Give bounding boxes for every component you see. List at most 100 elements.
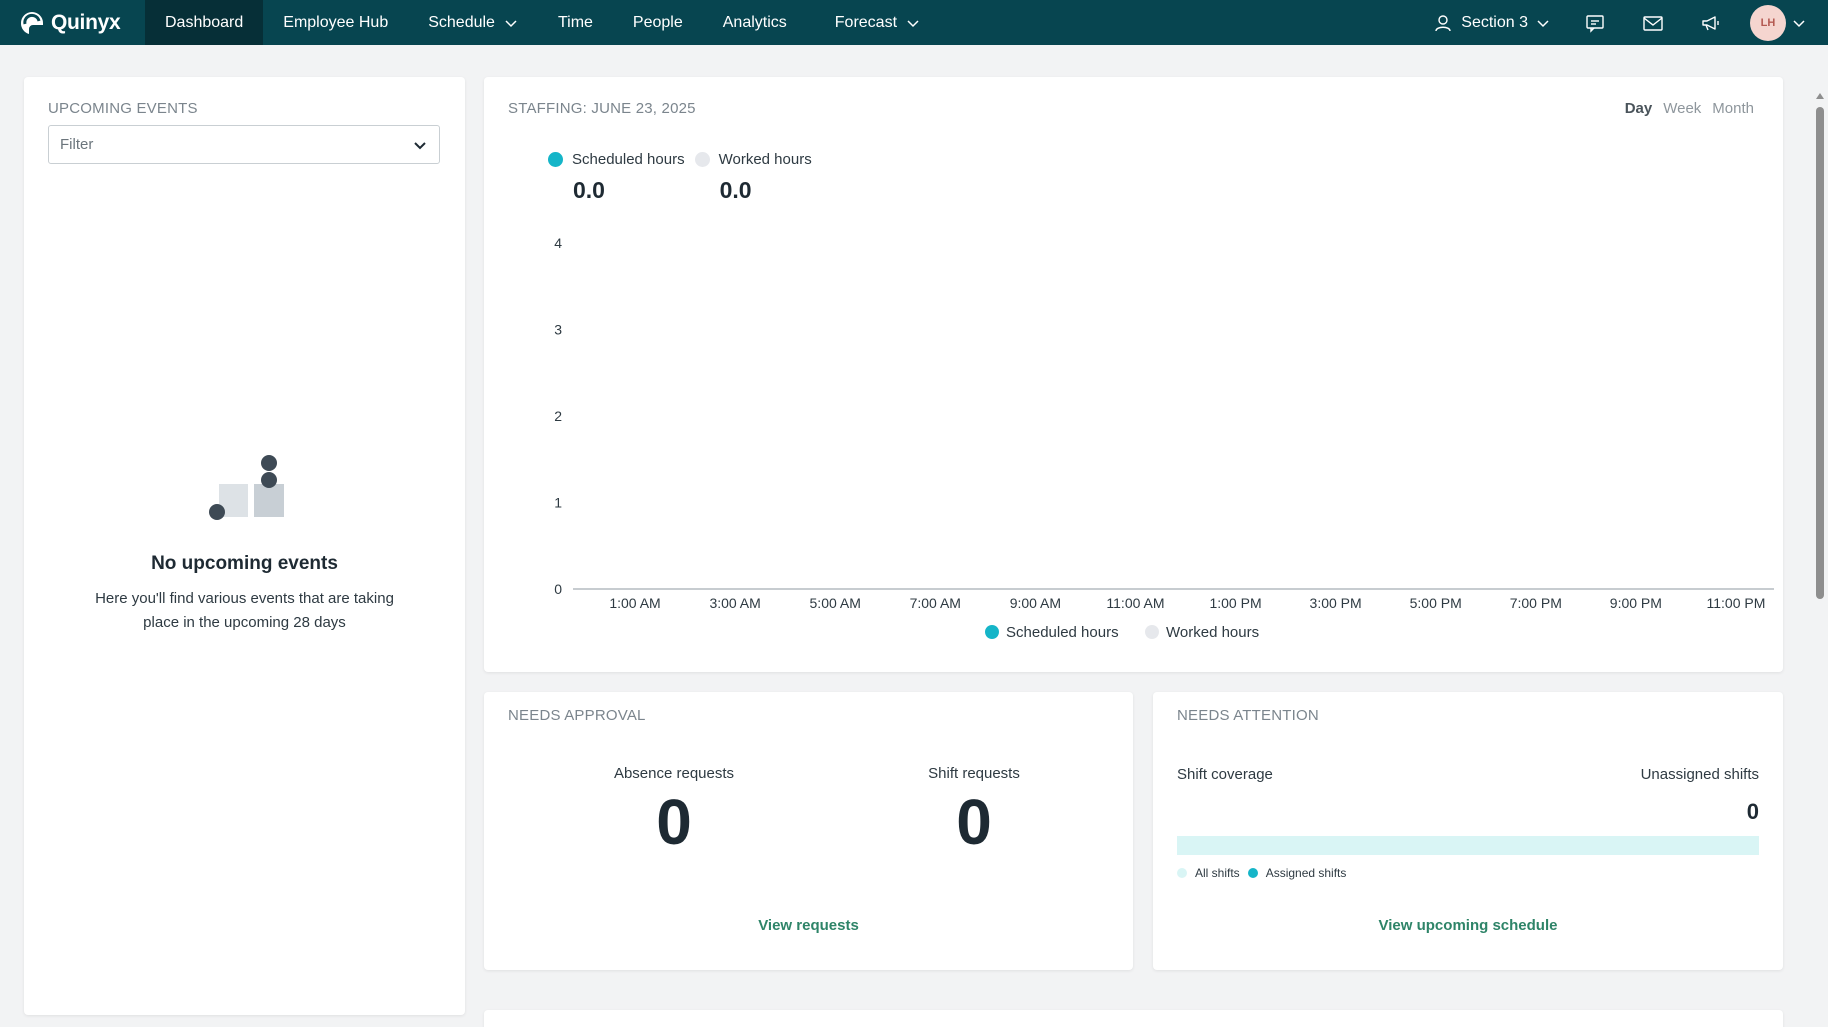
x-tick-label: 7:00 AM [910,595,961,611]
bottom-card [484,1010,1783,1027]
chat-button[interactable] [1566,0,1624,45]
needs-approval-card: NEEDS APPROVAL Absence requests 0 Shift … [484,692,1133,970]
chevron-down-icon [1793,19,1805,27]
x-tick-label: 11:00 AM [1106,595,1164,611]
chat-icon [1586,14,1604,33]
page-scrollbar[interactable] [1812,45,1828,1027]
nav-analytics-label: Analytics [722,13,787,31]
nav-employee-hub[interactable]: Employee Hub [263,0,408,45]
x-tick-label: 7:00 PM [1510,595,1562,611]
x-tick-label: 3:00 PM [1310,595,1362,611]
all-shifts-dot [1177,868,1187,878]
top-nav: Quinyx Dashboard Employee Hub Schedule T… [0,0,1828,45]
x-tick-label: 9:00 AM [1010,595,1061,611]
nav-schedule[interactable]: Schedule [408,0,538,45]
filter-select[interactable]: Filter [48,125,440,164]
all-shifts-label: All shifts [1195,866,1240,880]
nav-time[interactable]: Time [538,0,613,45]
absence-count: 0 [656,786,692,858]
x-tick-label: 9:00 PM [1610,595,1662,611]
upcoming-events-card: UPCOMING EVENTS Filter No upcoming event… [24,77,465,1015]
scroll-up-arrow[interactable] [1816,93,1824,99]
unassigned-shifts-label: Unassigned shifts [1640,766,1759,783]
tab-month[interactable]: Month [1712,100,1754,117]
assigned-shifts-label: Assigned shifts [1265,866,1347,880]
x-tick-label: 1:00 AM [609,595,660,611]
card-title: NEEDS APPROVAL [508,707,646,724]
card-title: STAFFING: JUNE 23, 2025 [508,100,696,117]
scheduled-label: Scheduled hours [572,151,685,168]
worked-dot [694,152,710,167]
quinyx-logo-icon [20,11,43,34]
nav-people[interactable]: People [613,0,703,45]
x-tick-label: 1:00 PM [1209,595,1261,611]
nav-forecast[interactable]: Forecast [807,0,940,45]
view-requests-link[interactable]: View requests [484,917,1133,934]
announcements-button[interactable] [1682,0,1740,45]
nav-people-label: People [632,13,683,31]
absence-label: Absence requests [613,765,735,782]
avatar: LH [1750,4,1786,41]
legend-label: Worked hours [1166,624,1259,641]
x-tick-label: 3:00 AM [709,595,760,611]
y-tick-label: 4 [554,235,562,251]
tab-day[interactable]: Day [1625,100,1653,117]
nav-time-label: Time [557,13,593,31]
assigned-shifts-dot [1247,868,1258,878]
view-upcoming-schedule-link[interactable]: View upcoming schedule [1153,917,1783,934]
coverage-bar [1177,836,1759,855]
section-label: Section 3 [1461,13,1528,31]
chevron-down-icon [1537,19,1549,27]
mail-button[interactable] [1624,0,1682,45]
nav-right: Section 3 LH [1417,0,1828,45]
range-tabs: Day Week Month [1625,100,1754,117]
empty-events-illustration [209,455,284,520]
tab-week[interactable]: Week [1663,100,1701,117]
shift-count: 0 [956,786,992,858]
scheduled-value: 0.0 [573,177,605,203]
empty-title: No upcoming events [151,553,338,574]
user-menu[interactable]: LH [1740,0,1828,45]
shift-requests[interactable]: Shift requests 0 [844,765,1104,854]
card-title: UPCOMING EVENTS [48,100,198,117]
quinyx-logo[interactable]: Quinyx [0,0,145,45]
nav-forecast-label: Forecast [834,13,898,31]
needs-attention-card: NEEDS ATTENTION Shift coverage Unassigne… [1153,692,1783,970]
card-title: NEEDS ATTENTION [1177,707,1319,724]
x-tick-label: 11:00 PM [1707,595,1766,611]
user-icon [1435,14,1451,31]
scheduled-dot [548,152,563,167]
chevron-down-icon [505,19,517,27]
nav-analytics[interactable]: Analytics [703,0,807,45]
nav-schedule-label: Schedule [428,13,495,31]
legend-swatch [985,625,999,639]
staffing-summary: Scheduled hours 0.0 Worked hours 0.0 [548,151,822,204]
shift-label: Shift requests [928,765,1020,782]
filter-placeholder: Filter [60,136,94,153]
logo-text: Quinyx [51,10,121,34]
megaphone-icon [1702,15,1719,30]
y-tick-label: 3 [554,322,562,338]
y-tick-label: 1 [554,495,562,511]
legend-label: Scheduled hours [1006,624,1119,641]
shift-coverage-label: Shift coverage [1177,766,1273,783]
nav-dashboard[interactable]: Dashboard [145,0,264,45]
unassigned-shifts-count: 0 [1746,799,1759,824]
worked-value: 0.0 [719,177,752,203]
mail-icon [1643,15,1663,31]
staffing-card: 0 1 2 3 4 1:00 AM 3:00 AM 5:00 AM 7:00 AM 9:00 AM… [484,77,1783,672]
worked-summary: Worked hours 0.0 [694,151,812,204]
section-selector[interactable]: Section 3 [1417,0,1566,45]
nav-employee-hub-label: Employee Hub [283,13,389,31]
worked-label: Worked hours [718,151,812,168]
empty-description: Here you'll find various events that are… [95,590,394,631]
chevron-down-icon [907,19,919,27]
y-tick-label: 0 [554,581,562,597]
chevron-down-icon [414,141,426,149]
x-tick-label: 5:00 AM [810,595,861,611]
scroll-thumb[interactable] [1816,107,1824,599]
y-tick-label: 2 [554,408,562,424]
absence-requests[interactable]: Absence requests 0 [544,765,804,854]
nav-dashboard-label: Dashboard [165,13,244,31]
coverage-legend: All shifts Assigned shifts [1177,866,1346,880]
